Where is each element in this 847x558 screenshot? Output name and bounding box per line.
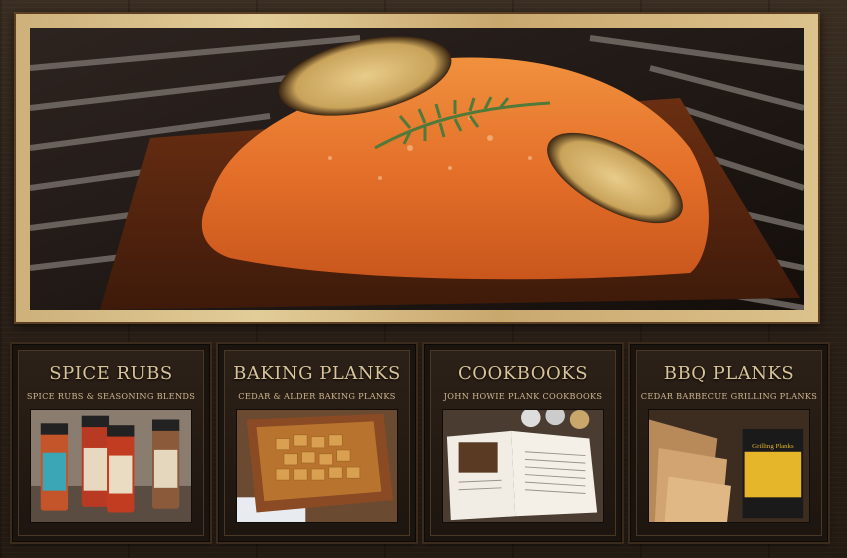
card-inner: COOKBOOKS JOHN HOWIE PLANK COOKBOOKS [430,350,616,536]
card-inner: SPICE RUBS SPICE RUBS & SEASONING BLENDS [18,350,204,536]
card-inner: BBQ PLANKS CEDAR BARBECUE GRILLING PLANK… [636,350,822,536]
baking-plank-image[interactable] [236,409,398,523]
card-inner: BAKING PLANKS CEDAR & ALDER BAKING PLANK… [224,350,410,536]
card-subtitle[interactable]: CEDAR & ALDER BAKING PLANKS [225,391,409,401]
package-title: Grilling Planks [752,443,794,450]
cookbook-image[interactable] [442,409,604,523]
card-baking-planks[interactable]: BAKING PLANKS CEDAR & ALDER BAKING PLANK… [218,344,416,542]
card-cookbooks[interactable]: COOKBOOKS JOHN HOWIE PLANK COOKBOOKS [424,344,622,542]
card-bbq-planks[interactable]: BBQ PLANKS CEDAR BARBECUE GRILLING PLANK… [630,344,828,542]
grilling-planks-image[interactable]: Grilling Planks [648,409,810,523]
card-title[interactable]: BAKING PLANKS [225,363,409,384]
card-title[interactable]: BBQ PLANKS [637,363,821,384]
category-cards: SPICE RUBS SPICE RUBS & SEASONING BLENDS [8,344,833,544]
card-spice-rubs[interactable]: SPICE RUBS SPICE RUBS & SEASONING BLENDS [12,344,210,542]
card-title[interactable]: SPICE RUBS [19,363,203,384]
card-subtitle[interactable]: SPICE RUBS & SEASONING BLENDS [19,391,203,401]
hero-banner-frame [14,12,820,324]
spice-jars-image[interactable] [30,409,192,523]
hero-salmon-image[interactable] [30,28,804,310]
card-subtitle[interactable]: CEDAR BARBECUE GRILLING PLANKS [637,391,821,401]
card-title[interactable]: COOKBOOKS [431,363,615,384]
card-subtitle[interactable]: JOHN HOWIE PLANK COOKBOOKS [431,391,615,401]
